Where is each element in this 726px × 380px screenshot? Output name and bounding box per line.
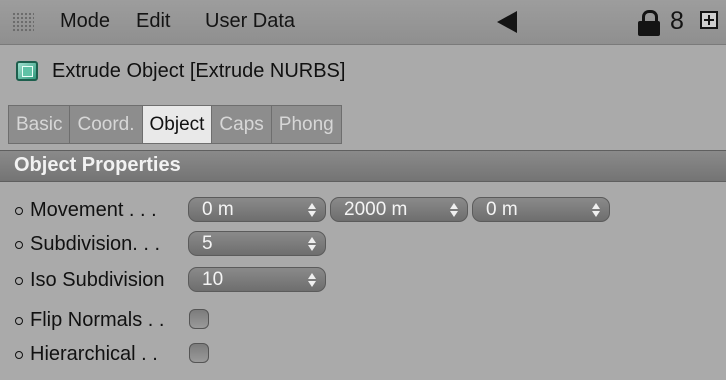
tab-object[interactable]: Object [142, 106, 213, 143]
back-arrow-icon[interactable] [497, 11, 517, 33]
object-title: Extrude Object [Extrude NURBS] [52, 60, 346, 82]
menubar: Mode Edit User Data 8 [0, 0, 726, 45]
spinner-icon[interactable] [450, 203, 458, 217]
movement-x-field[interactable]: 0 m [188, 197, 326, 222]
tab-phong[interactable]: Phong [272, 106, 341, 143]
flip-normals-checkbox[interactable] [189, 309, 209, 329]
spinner-icon[interactable] [308, 237, 316, 251]
animate-bullet-icon[interactable] [15, 351, 23, 359]
movement-y-field[interactable]: 2000 m [330, 197, 468, 222]
menu-user-data[interactable]: User Data [205, 10, 295, 33]
property-label: Hierarchical . . [30, 343, 158, 365]
property-row-iso-subdivision: Iso Subdivision 10 [0, 266, 726, 296]
tab-bar: Basic Coord. Object Caps Phong [8, 105, 342, 144]
menu-mode[interactable]: Mode [60, 10, 110, 33]
property-label: Movement . . . [30, 199, 157, 221]
field-value: 5 [202, 233, 213, 254]
property-row-hierarchical: Hierarchical . . [0, 340, 726, 370]
field-value: 2000 m [344, 199, 408, 220]
subdivision-field[interactable]: 5 [188, 231, 326, 256]
lock-icon[interactable] [638, 10, 660, 36]
property-row-subdivision: Subdivision. . . 5 [0, 230, 726, 260]
animate-bullet-icon[interactable] [15, 207, 23, 215]
spinner-icon[interactable] [592, 203, 600, 217]
field-value: 10 [202, 269, 224, 290]
spinner-icon[interactable] [308, 203, 316, 217]
section-header: Object Properties [0, 150, 726, 182]
animate-bullet-icon[interactable] [15, 241, 23, 249]
property-row-movement: Movement . . . 0 m 2000 m 0 m [0, 196, 726, 226]
property-label: Flip Normals . . [30, 309, 165, 331]
section-title: Object Properties [14, 154, 181, 176]
movement-z-field[interactable]: 0 m [472, 197, 610, 222]
tab-basic[interactable]: Basic [9, 106, 71, 143]
menu-edit[interactable]: Edit [136, 10, 170, 33]
eight-icon[interactable]: 8 [670, 7, 684, 36]
grip-icon[interactable] [12, 12, 34, 32]
spinner-icon[interactable] [308, 273, 316, 287]
tab-caps[interactable]: Caps [212, 106, 272, 143]
hierarchical-checkbox[interactable] [189, 343, 209, 363]
plus-icon[interactable] [700, 11, 718, 29]
animate-bullet-icon[interactable] [15, 277, 23, 285]
property-label: Iso Subdivision [30, 269, 165, 291]
animate-bullet-icon[interactable] [15, 317, 23, 325]
field-value: 0 m [202, 199, 234, 220]
property-label: Subdivision. . . [30, 233, 161, 255]
iso-subdivision-field[interactable]: 10 [188, 267, 326, 292]
property-row-flip-normals: Flip Normals . . [0, 306, 726, 336]
tab-coord[interactable]: Coord. [70, 106, 143, 143]
field-value: 0 m [486, 199, 518, 220]
extrude-object-icon [16, 61, 38, 81]
